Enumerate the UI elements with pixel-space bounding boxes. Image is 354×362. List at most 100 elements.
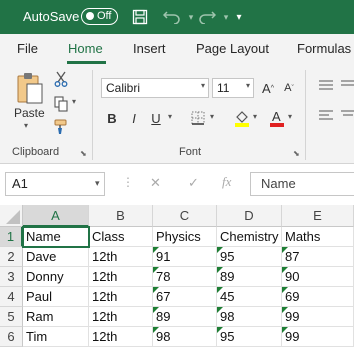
format-painter-icon[interactable] (52, 118, 70, 136)
cell-a1[interactable]: Name (22, 226, 90, 248)
cell-b5[interactable]: 12th (89, 307, 153, 327)
cancel-icon[interactable]: ✕ (150, 175, 161, 191)
cell-d5[interactable]: 98 (217, 307, 282, 327)
cell-c3[interactable]: 78 (153, 267, 217, 287)
tab-page-layout[interactable]: Page Layout (196, 41, 269, 56)
svg-text:A: A (272, 109, 281, 124)
column-header-c[interactable]: C (153, 205, 217, 227)
cell-d6[interactable]: 95 (217, 327, 282, 347)
formula-bar: A1 ▾ ⋮ ✕ ✓ fx Name (0, 165, 354, 203)
number-as-text-indicator (153, 307, 159, 313)
tab-home[interactable]: Home (68, 41, 103, 56)
spreadsheet-grid: A B C D E 1 Name Class Physics Chemistry Maths 2 Dav… (0, 205, 354, 362)
cell-b6[interactable]: 12th (89, 327, 153, 347)
align-top-icon[interactable] (318, 78, 334, 94)
cell-value: 12th (92, 289, 118, 304)
tab-insert[interactable]: Insert (133, 41, 166, 56)
row-header-2[interactable]: 2 (0, 247, 23, 267)
borders-dropdown-icon[interactable]: ▾ (210, 112, 214, 121)
name-box-dropdown-icon[interactable]: ▾ (95, 178, 100, 189)
cut-icon[interactable] (52, 70, 70, 88)
cell-b4[interactable]: 12th (89, 287, 153, 307)
cell-b1[interactable]: Class (89, 227, 153, 247)
cell-d2[interactable]: 95 (217, 247, 282, 267)
customize-toolbar-icon[interactable]: ▾ (228, 6, 250, 28)
select-all-corner[interactable] (0, 205, 23, 227)
column-header-d[interactable]: D (217, 205, 282, 227)
save-icon[interactable] (129, 6, 151, 28)
cell-a6[interactable]: Tim (23, 327, 89, 347)
font-group-label: Font (179, 146, 202, 158)
cell-e2[interactable]: 87 (282, 247, 354, 267)
cell-b3[interactable]: 12th (89, 267, 153, 287)
number-as-text-indicator (153, 327, 159, 333)
autosave-toggle[interactable]: Off (81, 8, 118, 25)
cell-c2[interactable]: 91 (153, 247, 217, 267)
font-name-box[interactable]: Calibri ▾ (101, 78, 209, 98)
decrease-font-size-icon[interactable]: Aˇ (280, 78, 298, 98)
cell-e4[interactable]: 69 (282, 287, 354, 307)
cell-value: 12th (92, 269, 118, 284)
italic-button[interactable]: I (126, 108, 142, 128)
copy-icon[interactable] (52, 95, 70, 113)
row-header-5[interactable]: 5 (0, 307, 23, 327)
row-header-4[interactable]: 4 (0, 287, 23, 307)
font-size-box[interactable]: 11 ▾ (212, 78, 254, 98)
tab-formulas[interactable]: Formulas (297, 41, 351, 56)
row-header-1[interactable]: 1 (0, 227, 23, 247)
cell-a3[interactable]: Donny (23, 267, 89, 287)
row-header-3[interactable]: 3 (0, 267, 23, 287)
cell-d4[interactable]: 45 (217, 287, 282, 307)
formula-input[interactable]: Name (250, 172, 354, 196)
column-header-e[interactable]: E (282, 205, 354, 227)
number-as-text-indicator (217, 287, 223, 293)
align-center-icon[interactable] (340, 108, 354, 124)
formula-content: Name (261, 176, 296, 191)
paste-dropdown-icon[interactable]: ▾ (24, 121, 28, 130)
underline-dropdown-icon[interactable]: ▾ (168, 112, 172, 121)
borders-icon[interactable] (189, 108, 207, 128)
cell-e5[interactable]: 99 (282, 307, 354, 327)
cell-c5[interactable]: 89 (153, 307, 217, 327)
font-color-dropdown-icon[interactable]: ▾ (288, 112, 292, 121)
cell-b2[interactable]: 12th (89, 247, 153, 267)
cell-e6[interactable]: 99 (282, 327, 354, 347)
increase-font-size-icon[interactable]: A ^ (259, 78, 277, 98)
column-header-a[interactable]: A (23, 205, 89, 227)
formula-bar-options-icon[interactable]: ⋮ (122, 175, 134, 189)
paste-label[interactable]: Paste (14, 106, 45, 120)
row-header-6[interactable]: 6 (0, 327, 23, 347)
align-middle-icon[interactable] (340, 78, 354, 94)
number-as-text-indicator (217, 327, 223, 333)
cell-a4[interactable]: Paul (23, 287, 89, 307)
insert-function-icon[interactable]: fx (222, 174, 231, 190)
font-name-dropdown-icon[interactable]: ▾ (201, 81, 205, 90)
fill-color-icon[interactable] (233, 108, 251, 128)
cell-d3[interactable]: 89 (217, 267, 282, 287)
font-size-dropdown-icon[interactable]: ▾ (246, 81, 250, 90)
cell-a5[interactable]: Ram (23, 307, 89, 327)
cell-a2[interactable]: Dave (23, 247, 89, 267)
group-divider (305, 70, 306, 160)
tab-file[interactable]: File (17, 41, 38, 56)
fill-color-dropdown-icon[interactable]: ▾ (253, 112, 257, 121)
cell-c6[interactable]: 98 (153, 327, 217, 347)
font-color-icon[interactable]: A (268, 108, 286, 128)
cell-c1[interactable]: Physics (153, 227, 217, 247)
underline-button[interactable]: U (148, 108, 164, 128)
cell-e3[interactable]: 90 (282, 267, 354, 287)
font-launcher-icon[interactable]: ⬊ (293, 149, 300, 158)
cell-e1[interactable]: Maths (282, 227, 354, 247)
cell-d1[interactable]: Chemistry (217, 227, 282, 247)
paste-icon[interactable] (13, 70, 47, 106)
align-left-icon[interactable] (318, 108, 334, 124)
cell-c4[interactable]: 67 (153, 287, 217, 307)
enter-icon[interactable]: ✓ (188, 175, 199, 191)
clipboard-launcher-icon[interactable]: ⬊ (80, 149, 87, 158)
column-header-b[interactable]: B (89, 205, 153, 227)
copy-dropdown-icon[interactable]: ▾ (72, 97, 76, 106)
bold-button[interactable]: B (104, 108, 120, 128)
cell-value: 12th (92, 249, 118, 264)
name-box[interactable]: A1 (5, 172, 105, 196)
toggle-knob (86, 12, 94, 20)
